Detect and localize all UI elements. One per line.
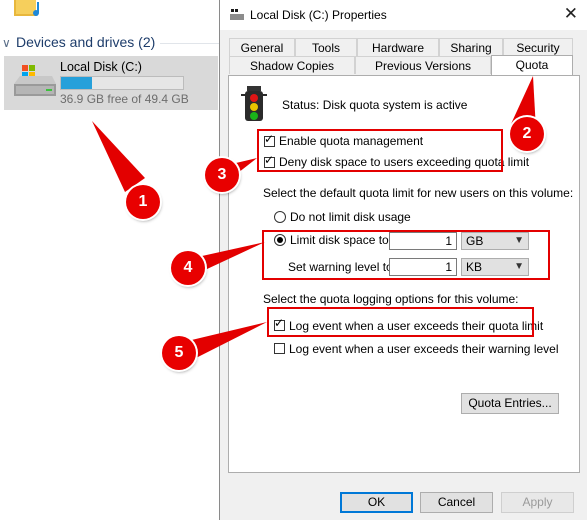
hard-drive-icon [14,65,56,96]
drive-free-space: 36.9 GB free of 49.4 GB [60,92,189,106]
traffic-light-icon [241,86,267,121]
tab-tools[interactable]: Tools [295,38,357,56]
drive-usage-bar [60,76,184,90]
quota-status: Status: Disk quota system is active [282,98,468,112]
drive-title-icon [230,9,244,20]
dialog-title: Local Disk (C:) Properties [250,8,387,22]
tab-shadow-copies[interactable]: Shadow Copies [229,56,355,74]
default-limit-heading: Select the default quota limit for new u… [263,186,574,200]
badge-3: 3 [205,158,239,192]
badge-2: 2 [510,117,544,151]
tab-sharing[interactable]: Sharing [439,38,503,56]
tab-previous-versions[interactable]: Previous Versions [355,56,491,74]
highlight-limit-settings [262,230,550,280]
ok-button[interactable]: OK [340,492,413,513]
devices-group-label: Devices and drives (2) [16,34,156,50]
tab-security[interactable]: Security [503,38,573,56]
chevron-down-icon: ∨ [2,36,11,50]
drive-usage-fill [61,77,92,89]
badge-4: 4 [171,251,205,285]
highlight-log-limit [267,307,534,337]
log-warning-checkbox[interactable] [274,343,285,354]
badge-1: 1 [126,185,160,219]
music-folder-icon [14,0,40,17]
logging-heading: Select the quota logging options for thi… [263,292,519,306]
close-icon[interactable]: ✕ [564,4,578,24]
quota-entries-button[interactable]: Quota Entries... [461,393,559,414]
highlight-quota-checkboxes [257,129,503,172]
group-divider [160,43,220,44]
cancel-button[interactable]: Cancel [420,492,493,513]
tab-general[interactable]: General [229,38,295,56]
devices-group-header[interactable]: ∨ Devices and drives (2) [2,34,155,50]
no-limit-label[interactable]: Do not limit disk usage [290,210,411,224]
tab-quota[interactable]: Quota [491,55,573,75]
tab-hardware[interactable]: Hardware [357,38,439,56]
drive-name: Local Disk (C:) [60,60,142,74]
badge-5: 5 [162,336,196,370]
no-limit-radio[interactable] [274,211,286,223]
title-bar[interactable]: Local Disk (C:) Properties ✕ [220,0,587,30]
apply-button[interactable]: Apply [501,492,574,513]
log-warning-label[interactable]: Log event when a user exceeds their warn… [289,342,559,356]
drive-tile-c[interactable]: Local Disk (C:) 36.9 GB free of 49.4 GB [4,56,218,110]
